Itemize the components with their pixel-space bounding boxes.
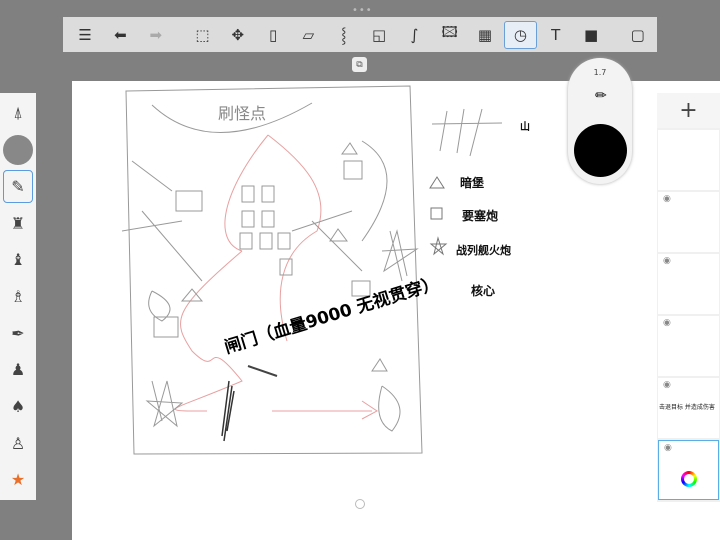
symmetry-icon: ⸾ bbox=[341, 25, 347, 44]
ruler-button[interactable]: ▱ bbox=[292, 21, 324, 49]
symmetry-button[interactable]: ⸾ bbox=[328, 21, 360, 49]
legend-symbols bbox=[429, 176, 448, 256]
eraser-brush[interactable]: ♙ bbox=[3, 427, 33, 460]
undo-icon: ⬅ bbox=[114, 25, 127, 44]
stroke-button[interactable]: ∫ bbox=[398, 21, 430, 49]
brush-preview[interactable] bbox=[3, 134, 33, 167]
color-wheel-button[interactable] bbox=[657, 456, 720, 502]
legend-core: 核心 bbox=[471, 284, 496, 298]
eye-icon[interactable]: ◉ bbox=[663, 194, 671, 204]
shape-button[interactable]: ◱ bbox=[363, 21, 395, 49]
layer-item[interactable] bbox=[658, 130, 719, 190]
layer-item[interactable]: ◉ bbox=[658, 192, 719, 252]
ruler-icon: ▱ bbox=[302, 25, 315, 44]
airbrush-brush[interactable]: ♜ bbox=[3, 207, 33, 240]
eye-icon[interactable]: ◉ bbox=[663, 318, 671, 328]
paint-brush[interactable]: ♟ bbox=[3, 353, 33, 386]
perspective-icon: ▦ bbox=[477, 25, 493, 44]
fullscreen-icon: ▢ bbox=[630, 25, 645, 44]
legend-fortress: 要塞炮 bbox=[462, 209, 499, 223]
eye-icon[interactable]: ◉ bbox=[664, 443, 672, 453]
add-layer-button[interactable]: + bbox=[657, 93, 720, 128]
spawn-point-label: 刷怪点 bbox=[218, 104, 267, 123]
shape-icon: ◱ bbox=[371, 25, 387, 44]
color-swatch[interactable] bbox=[574, 124, 627, 177]
perspective-button[interactable]: ▦ bbox=[469, 21, 501, 49]
video-button[interactable]: ■ bbox=[575, 21, 607, 49]
ink-brush[interactable]: ✒ bbox=[3, 317, 33, 350]
toolbar: ☰ ⬅ ➡ ⬚ ✥ ▯ ▱ ⸾ ◱ ∫ 🖾 ▦ ◷ T ■ ▢ bbox=[63, 17, 657, 52]
text-button[interactable]: T bbox=[540, 21, 572, 49]
brush-settings-icon[interactable]: ⍋ bbox=[3, 97, 33, 130]
text-icon: T bbox=[551, 25, 561, 44]
legend-mountain: 山 bbox=[520, 122, 530, 133]
layer-item[interactable]: ◉ 击退目标 并造成伤害 bbox=[658, 378, 719, 438]
undo-button[interactable]: ⬅ bbox=[104, 21, 136, 49]
marker-brush[interactable]: ♝ bbox=[3, 244, 33, 277]
eye-icon[interactable]: ◉ bbox=[663, 380, 671, 390]
color-wheel-icon bbox=[680, 471, 697, 487]
layer-item[interactable]: ◉ bbox=[658, 254, 719, 314]
video-icon: ■ bbox=[583, 25, 599, 44]
time-lapse-icon: ◷ bbox=[513, 25, 527, 44]
list-button[interactable]: ☰ bbox=[69, 21, 101, 49]
square-icon bbox=[430, 207, 443, 220]
drag-handle[interactable]: ••• bbox=[352, 5, 373, 16]
star-icon bbox=[429, 236, 448, 256]
transform-button[interactable]: ✥ bbox=[222, 21, 254, 49]
fill-button[interactable]: ▯ bbox=[257, 21, 289, 49]
layer-text: 击退目标 并造成伤害 bbox=[659, 404, 715, 411]
brush-size: 1.7 bbox=[593, 68, 607, 77]
layer-panel: + ◉ ◉ ◉ ◉ 击退目标 并造成伤害 ◉ bbox=[657, 93, 720, 502]
pencil-brush[interactable]: ✎ bbox=[3, 170, 33, 203]
legend-battleship: 战列舰火炮 bbox=[456, 244, 511, 257]
pencil-icon: ✏ bbox=[595, 88, 607, 104]
home-indicator bbox=[355, 499, 365, 509]
fill-icon: ▯ bbox=[268, 25, 278, 44]
selection-icon: ⬚ bbox=[195, 25, 210, 44]
pen-brush[interactable]: ♗ bbox=[3, 280, 33, 313]
brush-palette: ⍋ ✎ ♜ ♝ ♗ ✒ ♟ ♠ ♙ ★ bbox=[0, 93, 36, 500]
canvas-toggle-button[interactable]: ⧉ bbox=[352, 57, 367, 72]
chisel-brush[interactable]: ♠ bbox=[3, 390, 33, 423]
stroke-icon: ∫ bbox=[410, 25, 419, 44]
selection-button[interactable]: ⬚ bbox=[186, 21, 218, 49]
transform-icon: ✥ bbox=[231, 25, 245, 44]
add-image-icon: 🖾 bbox=[441, 23, 458, 41]
fullscreen-button[interactable]: ▢ bbox=[622, 21, 654, 49]
eye-icon[interactable]: ◉ bbox=[663, 256, 671, 266]
layer-item[interactable]: ◉ bbox=[658, 316, 719, 376]
time-lapse-button[interactable]: ◷ bbox=[504, 20, 537, 49]
list-icon: ☰ bbox=[78, 25, 92, 44]
redo-icon: ➡ bbox=[149, 25, 163, 44]
triangle-icon bbox=[429, 176, 445, 189]
legend-bunker: 暗堡 bbox=[460, 176, 485, 190]
redo-button[interactable]: ➡ bbox=[140, 21, 172, 49]
add-image-button[interactable]: 🖾 bbox=[434, 21, 466, 49]
favorite-star-icon[interactable]: ★ bbox=[3, 463, 33, 496]
brush-puck[interactable]: 1.7 ✏ bbox=[568, 58, 632, 184]
